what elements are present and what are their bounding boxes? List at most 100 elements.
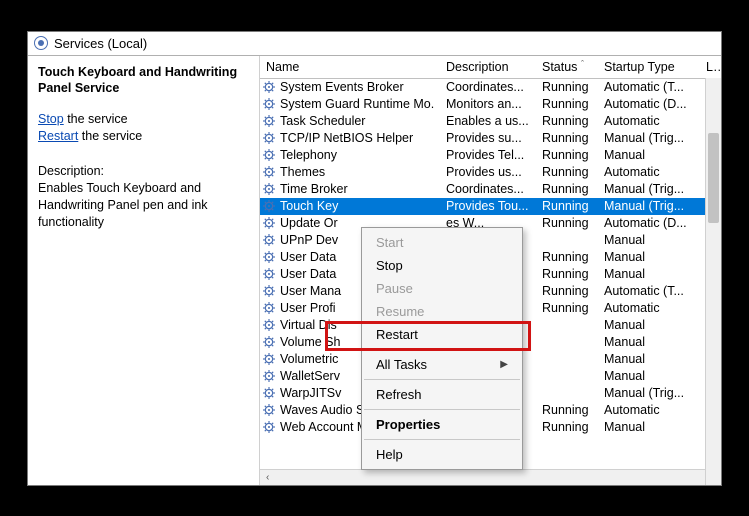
- service-startup: Manual (Trig...: [598, 130, 700, 147]
- service-action-links: Stop the service Restart the service: [38, 111, 249, 145]
- table-row[interactable]: TCP/IP NetBIOS Helper Provides su... Run…: [260, 130, 721, 147]
- service-startup: Automatic: [598, 402, 700, 419]
- service-startup: Manual: [598, 147, 700, 164]
- service-startup: Manual: [598, 249, 700, 266]
- ctx-all-tasks[interactable]: All Tasks ▶: [362, 353, 522, 376]
- service-startup: Manual (Trig...: [598, 181, 700, 198]
- selected-service-title: Touch Keyboard and Handwriting Panel Ser…: [38, 64, 249, 98]
- gear-icon: [262, 301, 276, 315]
- restart-service-link[interactable]: Restart: [38, 129, 78, 143]
- gear-icon: [262, 335, 276, 349]
- service-name: Volume Sh: [280, 335, 340, 349]
- service-name: User Profi: [280, 301, 336, 315]
- gear-icon: [262, 267, 276, 281]
- service-name: System Guard Runtime Mo...: [280, 97, 434, 111]
- col-header-status[interactable]: Status: [536, 56, 598, 79]
- service-status: Running: [536, 147, 598, 164]
- service-startup: Manual: [598, 419, 700, 436]
- service-startup: Manual: [598, 368, 700, 385]
- service-status: Running: [536, 283, 598, 300]
- service-description: Coordinates...: [440, 181, 536, 198]
- gear-icon: [262, 97, 276, 111]
- ctx-resume: Resume: [362, 300, 522, 323]
- ctx-start: Start: [362, 231, 522, 254]
- ctx-help[interactable]: Help: [362, 443, 522, 466]
- service-status: Running: [536, 198, 598, 215]
- table-row[interactable]: Telephony Provides Tel... Running Manual…: [260, 147, 721, 164]
- service-name: Virtual Dis: [280, 318, 337, 332]
- ctx-sep-1: [364, 349, 520, 350]
- service-startup: Manual: [598, 317, 700, 334]
- gear-icon: [262, 216, 276, 230]
- service-name: Themes: [280, 165, 325, 179]
- service-description: Coordinates...: [440, 78, 536, 96]
- col-header-description[interactable]: Description: [440, 56, 536, 79]
- stop-service-link[interactable]: Stop: [38, 112, 64, 126]
- table-row[interactable]: Time Broker Coordinates... Running Manua…: [260, 181, 721, 198]
- gear-icon: [262, 199, 276, 213]
- service-status: [536, 317, 598, 334]
- service-status: Running: [536, 249, 598, 266]
- service-name: WarpJITSv: [280, 386, 341, 400]
- gear-icon: [262, 318, 276, 332]
- table-row[interactable]: System Guard Runtime Mo... Monitors an..…: [260, 96, 721, 113]
- service-name: User Data: [280, 267, 336, 281]
- horizontal-scrollbar[interactable]: ‹: [260, 469, 705, 485]
- service-name: Time Broker: [280, 182, 348, 196]
- col-header-logon[interactable]: Log ˆ: [700, 56, 721, 79]
- service-startup: Manual: [598, 266, 700, 283]
- service-name: Touch Key: [280, 199, 338, 213]
- service-status: Running: [536, 96, 598, 113]
- titlebar-text: Services (Local): [54, 36, 147, 51]
- service-status: Running: [536, 266, 598, 283]
- service-startup: Automatic (T...: [598, 283, 700, 300]
- service-status: Running: [536, 419, 598, 436]
- stop-suffix: the service: [64, 112, 128, 126]
- table-row[interactable]: Touch Key Provides Tou... Running Manual…: [260, 198, 721, 215]
- gear-icon: [262, 233, 276, 247]
- gear-icon: [262, 403, 276, 417]
- service-status: [536, 334, 598, 351]
- service-name: WalletServ: [280, 369, 340, 383]
- service-status: Running: [536, 300, 598, 317]
- details-pane: Touch Keyboard and Handwriting Panel Ser…: [28, 56, 260, 485]
- col-header-startup[interactable]: Startup Type: [598, 56, 700, 79]
- vertical-scrollbar[interactable]: [705, 78, 721, 485]
- service-description: Provides Tou...: [440, 198, 536, 215]
- context-menu: Start Stop Pause Resume Restart All Task…: [361, 227, 523, 470]
- scroll-thumb[interactable]: [708, 133, 719, 223]
- service-startup: Automatic (D...: [598, 215, 700, 232]
- service-name: Telephony: [280, 148, 337, 162]
- ctx-sep-3: [364, 409, 520, 410]
- ctx-stop[interactable]: Stop: [362, 254, 522, 277]
- service-startup: Automatic: [598, 113, 700, 130]
- service-startup: Manual (Trig...: [598, 385, 700, 402]
- service-startup: Manual (Trig...: [598, 198, 700, 215]
- service-status: [536, 368, 598, 385]
- col-header-name[interactable]: Name: [260, 56, 440, 79]
- gear-icon: [262, 250, 276, 264]
- service-status: Running: [536, 113, 598, 130]
- service-status: [536, 351, 598, 368]
- ctx-refresh[interactable]: Refresh: [362, 383, 522, 406]
- service-startup: Automatic: [598, 300, 700, 317]
- table-row[interactable]: Themes Provides us... Running Automatic …: [260, 164, 721, 181]
- service-status: [536, 385, 598, 402]
- service-name: UPnP Dev: [280, 233, 338, 247]
- service-status: Running: [536, 130, 598, 147]
- service-status: Running: [536, 215, 598, 232]
- services-window: Services (Local) Touch Keyboard and Hand…: [27, 31, 722, 486]
- restart-suffix: the service: [78, 129, 142, 143]
- service-description: Provides us...: [440, 164, 536, 181]
- gear-icon: [262, 114, 276, 128]
- table-row[interactable]: System Events Broker Coordinates... Runn…: [260, 78, 721, 96]
- gear-icon: [262, 182, 276, 196]
- table-row[interactable]: Task Scheduler Enables a us... Running A…: [260, 113, 721, 130]
- gear-icon: [262, 352, 276, 366]
- service-startup: Automatic: [598, 164, 700, 181]
- service-startup: Automatic (D...: [598, 96, 700, 113]
- gear-icon: [262, 131, 276, 145]
- ctx-sep-4: [364, 439, 520, 440]
- ctx-properties[interactable]: Properties: [362, 413, 522, 436]
- ctx-restart[interactable]: Restart: [362, 323, 522, 346]
